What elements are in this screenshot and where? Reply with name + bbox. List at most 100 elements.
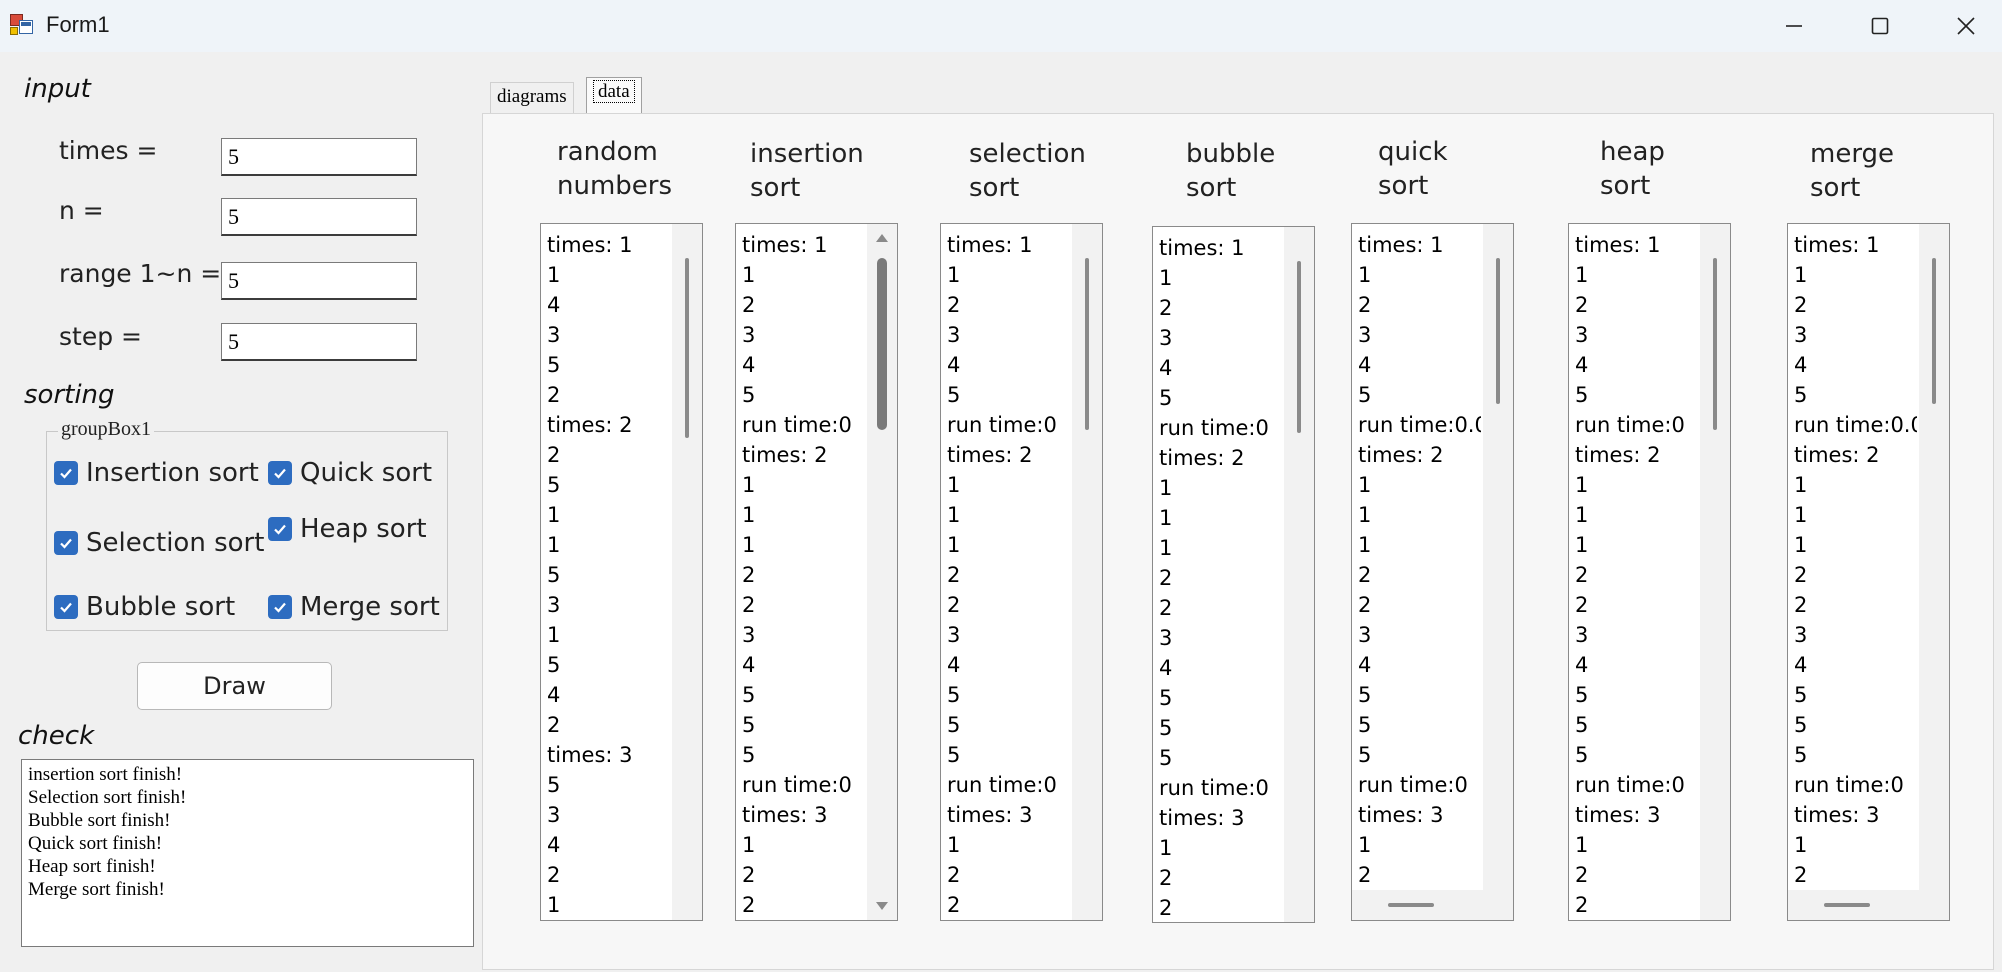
- list-item[interactable]: 1: [1358, 260, 1481, 290]
- list-item[interactable]: 1: [547, 530, 670, 560]
- list-item[interactable]: 5: [547, 560, 670, 590]
- list-item[interactable]: 5: [1575, 740, 1698, 770]
- list-item[interactable]: 1: [742, 260, 865, 290]
- list-item[interactable]: 2: [1358, 590, 1481, 620]
- list-item[interactable]: 5: [742, 380, 865, 410]
- list-item[interactable]: 2: [1358, 560, 1481, 590]
- vertical-scrollbar[interactable]: [1919, 224, 1949, 890]
- list-item[interactable]: 5: [742, 710, 865, 740]
- list-item[interactable]: 4: [1794, 350, 1917, 380]
- list-item[interactable]: 5: [947, 710, 1070, 740]
- scroll-thumb[interactable]: [1932, 258, 1936, 404]
- list-item[interactable]: 1: [1794, 530, 1917, 560]
- list-item[interactable]: times: 3: [742, 800, 865, 830]
- list-item[interactable]: 1: [742, 530, 865, 560]
- list-item[interactable]: 4: [742, 350, 865, 380]
- random-numbers-listbox[interactable]: times: 1 1 4 3 5 2 times: 2 2 5 1 1 5 3 1 5 4 2 times: 35…: [540, 223, 703, 921]
- list-item[interactable]: 2: [547, 860, 670, 890]
- scroll-thumb[interactable]: [1496, 258, 1500, 404]
- bubble-sort-checkbox[interactable]: Bubble sort: [54, 592, 235, 622]
- list-item[interactable]: 2: [1358, 860, 1481, 888]
- list-item[interactable]: 5: [1794, 380, 1917, 410]
- list-item[interactable]: 2: [742, 890, 865, 920]
- list-item[interactable]: 1: [1159, 533, 1282, 563]
- insertion-sort-listbox[interactable]: times: 1 1 2 3 4 5 run time:0 times: 2111223455…: [735, 223, 898, 921]
- scroll-thumb[interactable]: [1824, 903, 1870, 907]
- list-item[interactable]: 2: [1358, 290, 1481, 320]
- list-item[interactable]: 2: [1575, 890, 1698, 920]
- list-item[interactable]: 1: [1575, 470, 1698, 500]
- list-item[interactable]: 2: [947, 290, 1070, 320]
- list-item[interactable]: 2: [1159, 893, 1282, 922]
- list-item[interactable]: times: 2: [947, 440, 1070, 470]
- list-item[interactable]: 4: [547, 680, 670, 710]
- list-item[interactable]: 4: [547, 830, 670, 860]
- list-item[interactable]: 1: [1358, 530, 1481, 560]
- list-item[interactable]: 4: [947, 650, 1070, 680]
- check-log-textarea[interactable]: insertion sort finish! Selection sort fi…: [21, 759, 474, 947]
- list-item[interactable]: 1: [1159, 473, 1282, 503]
- list-item[interactable]: 3: [1794, 620, 1917, 650]
- list-item[interactable]: 1: [1794, 470, 1917, 500]
- list-item[interactable]: 5: [1358, 740, 1481, 770]
- list-item[interactable]: run time:0: [1159, 773, 1282, 803]
- maximize-button[interactable]: [1837, 0, 1923, 52]
- step-input[interactable]: [221, 323, 417, 361]
- list-item[interactable]: 1: [742, 500, 865, 530]
- list-item[interactable]: 5: [1358, 380, 1481, 410]
- scroll-thumb[interactable]: [1085, 258, 1089, 430]
- list-item[interactable]: 3: [1159, 323, 1282, 353]
- list-item[interactable]: 1: [947, 530, 1070, 560]
- list-item[interactable]: 1: [1358, 470, 1481, 500]
- list-item[interactable]: 1: [1159, 503, 1282, 533]
- list-item[interactable]: times: 2: [1794, 440, 1917, 470]
- quick-sort-checkbox[interactable]: Quick sort: [268, 458, 432, 488]
- list-item[interactable]: 2: [742, 560, 865, 590]
- list-item[interactable]: 4: [947, 350, 1070, 380]
- list-item[interactable]: 5: [1159, 713, 1282, 743]
- list-item[interactable]: 1: [1794, 500, 1917, 530]
- list-item[interactable]: 3: [1358, 620, 1481, 650]
- list-item[interactable]: 4: [1794, 650, 1917, 680]
- list-item[interactable]: run time:0.0: [1358, 410, 1481, 440]
- list-item[interactable]: times: 3: [947, 800, 1070, 830]
- close-button[interactable]: [1923, 0, 2002, 52]
- heap-sort-checkbox[interactable]: Heap sort: [268, 514, 427, 544]
- times-input[interactable]: [221, 138, 417, 176]
- list-item[interactable]: 5: [547, 470, 670, 500]
- list-item[interactable]: 1: [1159, 833, 1282, 863]
- list-item[interactable]: 2: [1575, 290, 1698, 320]
- list-item[interactable]: run time:0: [1794, 770, 1917, 800]
- list-item[interactable]: 1: [1159, 263, 1282, 293]
- list-item[interactable]: 1: [1575, 260, 1698, 290]
- list-item[interactable]: 1: [1358, 500, 1481, 530]
- list-item[interactable]: times: 1: [1794, 230, 1917, 260]
- list-item[interactable]: 2: [547, 440, 670, 470]
- list-item[interactable]: 4: [1575, 350, 1698, 380]
- list-item[interactable]: times: 2: [742, 440, 865, 470]
- tab-data[interactable]: data: [586, 77, 642, 113]
- list-item[interactable]: 3: [742, 320, 865, 350]
- list-item[interactable]: times: 1: [742, 230, 865, 260]
- list-item[interactable]: 2: [1575, 590, 1698, 620]
- scroll-up-icon[interactable]: [875, 233, 889, 243]
- list-item[interactable]: 3: [547, 800, 670, 830]
- list-item[interactable]: times: 2: [1358, 440, 1481, 470]
- list-item[interactable]: 1: [1358, 830, 1481, 860]
- list-item[interactable]: 5: [1358, 710, 1481, 740]
- quick-sort-listbox[interactable]: times: 1 1 2 3 4 5 run time:0.0 times: 21112234…: [1351, 223, 1514, 921]
- list-item[interactable]: 5: [1575, 680, 1698, 710]
- list-item[interactable]: 1: [742, 470, 865, 500]
- list-item[interactable]: 5: [1159, 383, 1282, 413]
- vertical-scrollbar[interactable]: [1284, 227, 1314, 922]
- list-item[interactable]: 2: [547, 380, 670, 410]
- list-item[interactable]: times: 3: [547, 740, 670, 770]
- list-item[interactable]: 2: [947, 890, 1070, 920]
- vertical-scrollbar[interactable]: [1700, 224, 1730, 920]
- list-item[interactable]: 2: [742, 290, 865, 320]
- list-item[interactable]: 4: [547, 290, 670, 320]
- list-item[interactable]: 1: [1575, 830, 1698, 860]
- list-item[interactable]: 1: [547, 620, 670, 650]
- list-item[interactable]: times: 2: [1575, 440, 1698, 470]
- list-item[interactable]: 5: [1159, 683, 1282, 713]
